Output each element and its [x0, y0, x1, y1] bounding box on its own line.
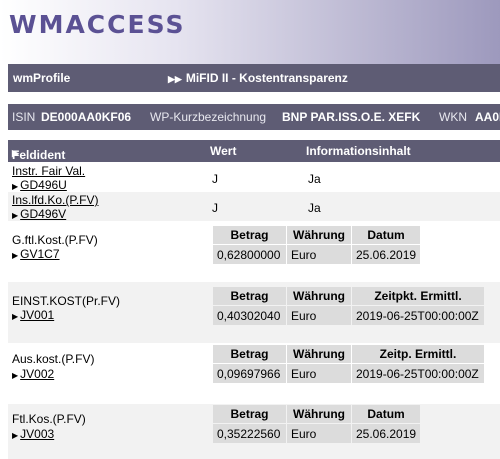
amount-value: 0,09697966: [213, 364, 286, 383]
expand-triangle-icon: ▶: [12, 251, 19, 260]
table-row: Instr. Fair Val. ▶ GD496U J Ja: [8, 163, 500, 192]
date-header: Zeitp. Ermittl.: [352, 345, 484, 363]
field-name-link[interactable]: Instr. Fair Val.: [12, 164, 85, 178]
currency-header: Währung: [287, 226, 351, 244]
table-header: ▶ Feldident Wert Informationsinhalt: [8, 140, 500, 162]
security-info-bar: ISIN DE000AA0KF06 WP-Kurzbezeichnung BNP…: [8, 104, 500, 130]
field-name: EINST.KOST(Pr.FV): [12, 294, 121, 308]
field-name: G.ftl.Kost.(P.FV): [12, 233, 98, 247]
date-value: 25.06.2019: [352, 245, 421, 264]
cost-group: Ftl.Kos.(P.FV) ▶ JV003 Betrag Währung Dat…: [8, 404, 500, 459]
amount-header: Betrag: [213, 405, 286, 423]
field-info: Ja: [308, 172, 321, 186]
expand-triangle-icon: ▶: [12, 431, 19, 440]
breadcrumb-current[interactable]: MiFID II - Kostentransparenz: [186, 71, 348, 85]
expand-triangle-icon: ▶: [12, 371, 19, 380]
currency-header: Währung: [287, 345, 351, 363]
currency-header: Währung: [287, 287, 351, 305]
cost-group: Aus.kost.(P.FV) ▶ JV002 Betrag Währung Ze…: [8, 343, 500, 404]
date-value: 25.06.2019: [352, 424, 421, 443]
field-info: Ja: [308, 201, 321, 215]
date-header: Zeitpkt. Ermittl.: [352, 287, 484, 305]
amount-value: 0,40302040: [213, 306, 286, 325]
amount-value: 0,62800000: [213, 245, 286, 264]
cost-subtable: Betrag Währung Zeitpkt. Ermittl. 0,40302…: [212, 286, 485, 326]
nav-profile-link[interactable]: wmProfile: [13, 71, 70, 85]
currency-value: Euro: [287, 306, 351, 325]
field-code[interactable]: ▶ JV001: [12, 308, 54, 322]
date-header: Datum: [352, 226, 421, 244]
field-code[interactable]: ▶ JV002: [12, 367, 54, 381]
field-code[interactable]: ▶ GV1C7: [12, 247, 60, 261]
amount-header: Betrag: [213, 226, 286, 244]
currency-value: Euro: [287, 245, 351, 264]
field-code[interactable]: ▶ GD496V: [12, 207, 66, 221]
expand-triangle-icon: ▶: [12, 211, 19, 220]
field-code[interactable]: ▶ JV003: [12, 427, 54, 441]
currency-value: Euro: [287, 424, 351, 443]
field-name-link[interactable]: Ins.lfd.Ko.(P.FV): [12, 193, 98, 207]
column-header-value: Wert: [210, 144, 237, 158]
cost-subtable: Betrag Währung Zeitp. Ermittl. 0,0969796…: [212, 344, 485, 384]
amount-header: Betrag: [213, 287, 286, 305]
cost-group: EINST.KOST(Pr.FV) ▶ JV001 Betrag Währung …: [8, 282, 500, 343]
column-header-info: Informationsinhalt: [306, 144, 411, 158]
amount-header: Betrag: [213, 345, 286, 363]
cost-subtable: Betrag Währung Datum 0,62800000 Euro 25.…: [212, 225, 421, 265]
field-name: Aus.kost.(P.FV): [12, 352, 95, 366]
short-name-value: BNP PAR.ISS.O.E. XEFK: [282, 110, 421, 124]
field-code[interactable]: ▶ GD496U: [12, 178, 67, 192]
expand-triangle-icon: ▶: [12, 312, 19, 321]
isin-value: DE000AA0KF06: [41, 110, 132, 124]
date-value: 2019-06-25T00:00:00Z: [352, 364, 484, 383]
currency-value: Euro: [287, 364, 351, 383]
wkn-value: AA0KF0: [475, 110, 500, 124]
currency-header: Währung: [287, 405, 351, 423]
amount-value: 0,35222560: [213, 424, 286, 443]
breadcrumb-arrow-icon: ▶▶: [168, 74, 182, 84]
date-header: Datum: [352, 405, 421, 423]
isin-label: ISIN: [12, 110, 36, 124]
breadcrumb: ▶▶ MiFID II - Kostentransparenz: [168, 71, 348, 85]
field-name: Ftl.Kos.(P.FV): [12, 412, 86, 426]
short-name-label: WP-Kurzbezeichnung: [150, 110, 267, 124]
date-value: 2019-06-25T00:00:00Z: [352, 306, 484, 325]
field-value: J: [212, 201, 218, 215]
wkn-label: WKN: [439, 110, 467, 124]
app-logo: WMACCESS: [9, 10, 186, 39]
cost-subtable: Betrag Währung Datum 0,35222560 Euro 25.…: [212, 404, 421, 444]
table-row: Ins.lfd.Ko.(P.FV) ▶ GD496V J Ja: [8, 192, 500, 221]
cost-group: G.ftl.Kost.(P.FV) ▶ GV1C7 Betrag Währung …: [8, 221, 500, 282]
nav-bar: wmProfile ▶▶ MiFID II - Kostentransparenz: [8, 64, 500, 92]
field-value: J: [212, 172, 218, 186]
logo-bar: WMACCESS: [0, 0, 500, 64]
expand-triangle-icon: ▶: [12, 182, 19, 191]
